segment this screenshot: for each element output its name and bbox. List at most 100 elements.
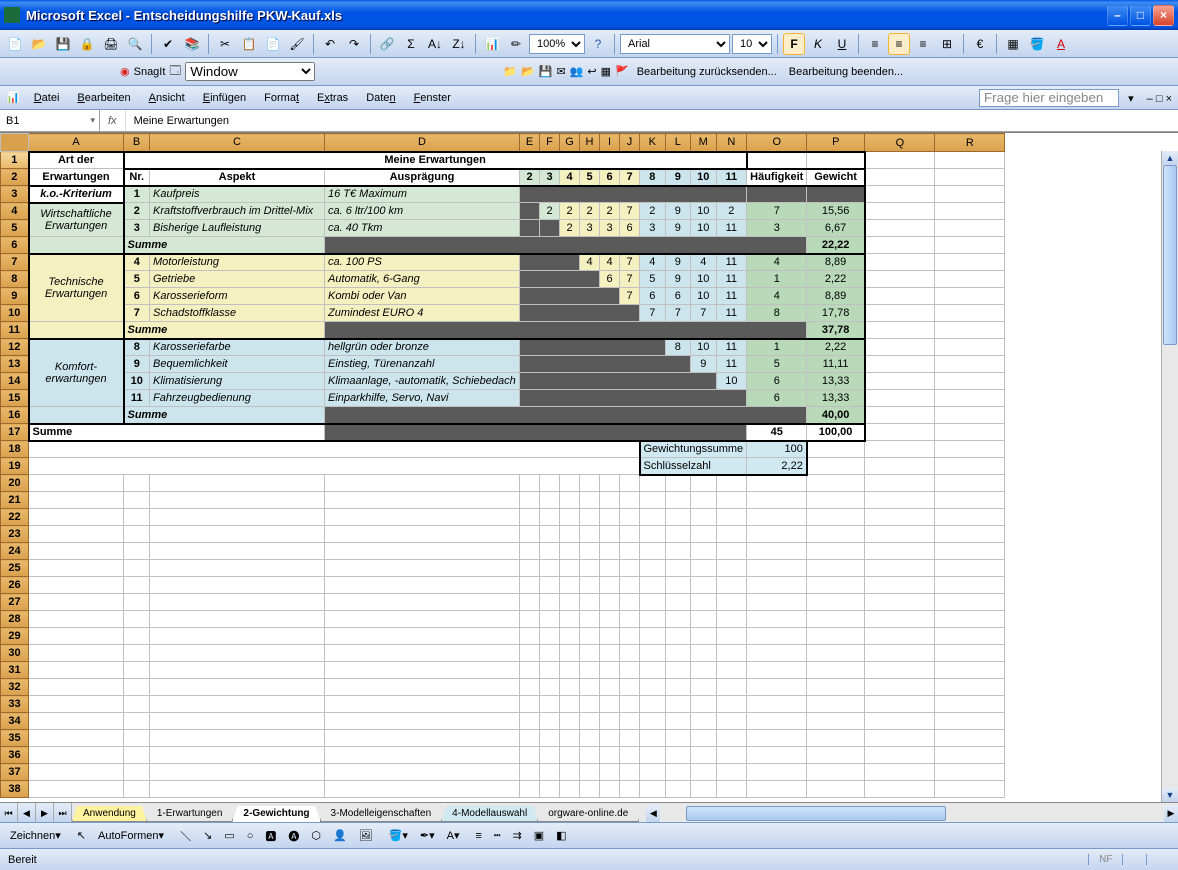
- formula-input[interactable]: Meine Erwartungen: [126, 115, 1178, 127]
- cell[interactable]: [560, 628, 580, 645]
- cell[interactable]: [600, 781, 620, 798]
- cell[interactable]: [640, 526, 666, 543]
- cell[interactable]: Art der: [29, 152, 124, 169]
- cell[interactable]: 9: [124, 356, 150, 373]
- cell[interactable]: Kombi oder Van: [325, 288, 520, 305]
- cell[interactable]: [540, 611, 560, 628]
- cell[interactable]: 3: [540, 169, 560, 186]
- cell[interactable]: [150, 645, 325, 662]
- cell[interactable]: Schadstoffklasse: [150, 305, 325, 322]
- cell[interactable]: [865, 628, 935, 645]
- cell[interactable]: [716, 713, 747, 730]
- new-icon[interactable]: 📄: [4, 33, 26, 55]
- cell[interactable]: [520, 577, 540, 594]
- cell[interactable]: 2,22: [747, 458, 807, 475]
- cell[interactable]: 3: [124, 220, 150, 237]
- cell[interactable]: 11: [716, 305, 747, 322]
- cell[interactable]: Häufigkeit: [747, 169, 807, 186]
- cell[interactable]: [124, 628, 150, 645]
- cell[interactable]: [560, 764, 580, 781]
- cell[interactable]: [580, 492, 600, 509]
- cell[interactable]: [29, 696, 124, 713]
- cell[interactable]: [29, 577, 124, 594]
- doc-restore-icon[interactable]: –: [1147, 93, 1153, 105]
- cell[interactable]: [150, 679, 325, 696]
- cell[interactable]: [807, 509, 865, 526]
- zoom-select[interactable]: 100%: [529, 34, 585, 54]
- cell[interactable]: [325, 781, 520, 798]
- cell[interactable]: [600, 492, 620, 509]
- cell[interactable]: [150, 747, 325, 764]
- cell[interactable]: [520, 356, 691, 373]
- cell[interactable]: [580, 509, 600, 526]
- cell[interactable]: [325, 713, 520, 730]
- review-icon[interactable]: 👥: [570, 65, 584, 78]
- hyperlink-icon[interactable]: 🔗: [376, 33, 398, 55]
- cell[interactable]: Getriebe: [150, 271, 325, 288]
- row-11[interactable]: 11: [1, 322, 29, 339]
- cell[interactable]: [865, 186, 935, 203]
- cell[interactable]: [325, 594, 520, 611]
- cell[interactable]: [865, 509, 935, 526]
- cell[interactable]: Kraftstoffverbrauch im Drittel-Mix: [150, 203, 325, 220]
- cell[interactable]: 15,56: [807, 203, 865, 220]
- cell[interactable]: [691, 543, 717, 560]
- cell[interactable]: [600, 696, 620, 713]
- cell[interactable]: [580, 662, 600, 679]
- cell[interactable]: [747, 696, 807, 713]
- cell[interactable]: [691, 526, 717, 543]
- sheet-last-icon[interactable]: ⏭: [54, 803, 72, 822]
- cell[interactable]: [620, 611, 640, 628]
- fontsize-select[interactable]: 10: [732, 34, 772, 54]
- cell[interactable]: [620, 628, 640, 645]
- cell[interactable]: [691, 662, 717, 679]
- cell[interactable]: [620, 764, 640, 781]
- cell[interactable]: [124, 560, 150, 577]
- cell[interactable]: [935, 560, 1005, 577]
- cell[interactable]: [865, 458, 935, 475]
- cell[interactable]: [807, 764, 865, 781]
- col-B[interactable]: B: [124, 134, 150, 152]
- cell[interactable]: [665, 492, 691, 509]
- cell[interactable]: [29, 560, 124, 577]
- col-R[interactable]: R: [935, 134, 1005, 152]
- cell[interactable]: [580, 594, 600, 611]
- fx-icon[interactable]: fx: [100, 110, 126, 131]
- cell[interactable]: [865, 322, 935, 339]
- cell[interactable]: 2,22: [807, 339, 865, 356]
- cell[interactable]: [665, 679, 691, 696]
- cell[interactable]: [325, 560, 520, 577]
- cell[interactable]: [29, 594, 124, 611]
- cell[interactable]: [640, 662, 666, 679]
- cell[interactable]: [640, 696, 666, 713]
- cell[interactable]: 2: [640, 203, 666, 220]
- menu-bearbeiten[interactable]: Bearbeiten: [69, 89, 138, 107]
- cell[interactable]: [935, 254, 1005, 271]
- cell[interactable]: [807, 645, 865, 662]
- cell[interactable]: [665, 560, 691, 577]
- cell[interactable]: [865, 339, 935, 356]
- cell[interactable]: [620, 526, 640, 543]
- cell[interactable]: [640, 594, 666, 611]
- cell[interactable]: 13,33: [807, 373, 865, 390]
- menu-datei[interactable]: Datei: [26, 89, 68, 107]
- cell[interactable]: [747, 645, 807, 662]
- cell[interactable]: [520, 560, 540, 577]
- cell[interactable]: [716, 526, 747, 543]
- cell[interactable]: [520, 628, 540, 645]
- cell[interactable]: 4: [747, 288, 807, 305]
- cell[interactable]: [691, 509, 717, 526]
- cell[interactable]: [807, 662, 865, 679]
- cell[interactable]: [865, 679, 935, 696]
- row-26[interactable]: 26: [1, 577, 29, 594]
- cell[interactable]: [665, 696, 691, 713]
- row-37[interactable]: 37: [1, 764, 29, 781]
- cell[interactable]: [150, 764, 325, 781]
- cell[interactable]: [150, 526, 325, 543]
- scroll-right-icon[interactable]: ▶: [1164, 805, 1178, 822]
- cell[interactable]: [150, 730, 325, 747]
- cell[interactable]: [865, 747, 935, 764]
- snagit-target-select[interactable]: Window: [185, 62, 315, 81]
- cell[interactable]: [560, 679, 580, 696]
- cell[interactable]: [520, 645, 540, 662]
